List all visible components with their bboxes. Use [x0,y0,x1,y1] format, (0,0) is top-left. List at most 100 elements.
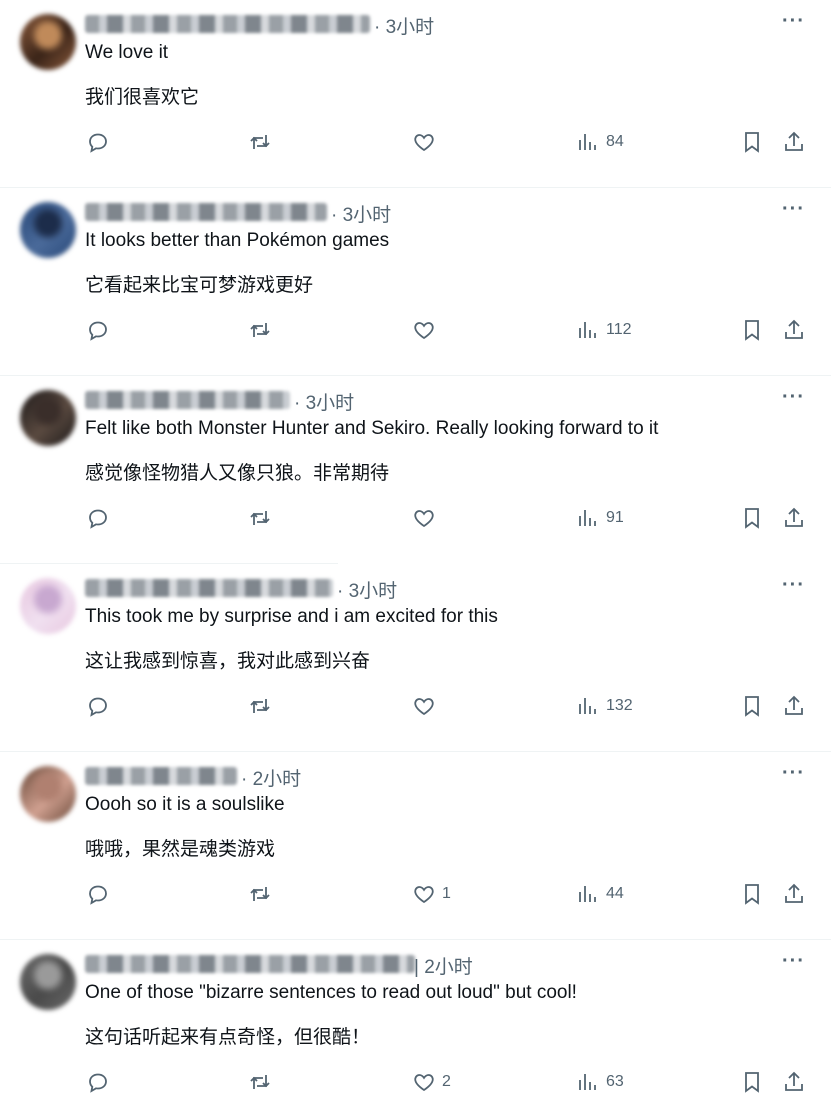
bookmark-button[interactable] [740,880,764,908]
timestamp[interactable]: | 2小时 [414,952,473,979]
views-icon [579,510,596,526]
view-count: 44 [606,885,624,902]
views-button[interactable]: 44 [576,880,624,908]
like-button[interactable] [412,128,442,156]
repost-button[interactable] [248,880,272,908]
repost-button[interactable] [248,128,272,156]
reply-text: We love it [85,42,169,63]
share-button[interactable] [782,1068,806,1096]
reply-item[interactable]: · 3小时 ··· Felt like both Monster Hunter … [0,376,831,564]
avatar[interactable] [20,14,76,70]
share-button[interactable] [782,316,806,344]
more-icon[interactable]: ··· [782,198,805,221]
repost-icon [250,135,270,149]
avatar[interactable] [20,202,76,258]
share-icon [785,507,803,527]
reply-text: Oooh so it is a soulslike [85,794,285,815]
avatar[interactable] [20,390,76,446]
repost-button[interactable] [248,1068,272,1096]
views-button[interactable]: 91 [576,504,624,532]
like-button[interactable]: 2 [412,1068,451,1096]
repost-button[interactable] [248,316,272,344]
reply-button[interactable] [86,1068,110,1096]
reply-item[interactable]: · 2小时 ··· Oooh so it is a soulslike 哦哦，果… [0,752,831,940]
reply-button[interactable] [86,692,110,720]
more-icon[interactable]: ··· [782,574,805,597]
reply-item[interactable]: · 3小时 ··· It looks better than Pokémon g… [0,188,831,376]
bookmark-button[interactable] [740,316,764,344]
reply-button[interactable] [86,128,110,156]
like-icon [414,1074,434,1092]
replies-feed: · 3小时 ··· We love it 我们很喜欢它 84 · 3小时 ··· [0,0,831,1119]
avatar[interactable] [20,766,76,822]
timestamp[interactable]: · 2小时 [241,764,301,791]
share-button[interactable] [782,880,806,908]
like-button[interactable] [412,316,442,344]
share-icon [785,1071,803,1091]
view-count: 132 [606,697,633,714]
like-icon [414,322,434,340]
bookmark-icon [745,508,759,529]
more-icon[interactable]: ··· [782,386,805,409]
bookmark-icon [745,132,759,153]
bookmark-button[interactable] [740,128,764,156]
repost-icon [250,699,270,713]
more-icon[interactable]: ··· [782,762,805,785]
repost-icon [250,887,270,901]
reply-button[interactable] [86,504,110,532]
share-icon [785,883,803,903]
reply-text: Felt like both Monster Hunter and Sekiro… [85,418,659,439]
view-count: 84 [606,133,624,150]
blurred-username[interactable] [85,391,290,409]
reply-button[interactable] [86,316,110,344]
like-button[interactable]: 1 [412,880,451,908]
repost-button[interactable] [248,692,272,720]
share-button[interactable] [782,504,806,532]
share-icon [785,319,803,339]
like-count: 2 [442,1073,451,1090]
views-button[interactable]: 84 [576,128,624,156]
blurred-username[interactable] [85,203,327,221]
reply-item[interactable]: · 3小时 ··· This took me by surprise and i… [0,564,831,752]
more-icon[interactable]: ··· [782,950,805,973]
repost-icon [250,323,270,337]
bookmark-button[interactable] [740,1068,764,1096]
like-button[interactable] [412,692,442,720]
reply-item[interactable]: | 2小时 ··· One of those "bizarre sentence… [0,940,831,1119]
blurred-username[interactable] [85,955,415,973]
blurred-username[interactable] [85,767,237,785]
views-button[interactable]: 112 [576,316,632,344]
like-icon [414,886,434,904]
view-count: 63 [606,1073,624,1090]
like-icon [414,698,434,716]
view-count: 91 [606,509,624,526]
reply-item[interactable]: · 3小时 ··· We love it 我们很喜欢它 84 [0,0,831,188]
timestamp[interactable]: · 3小时 [374,12,434,39]
bookmark-button[interactable] [740,504,764,532]
avatar[interactable] [20,954,76,1010]
views-icon [579,322,596,338]
views-button[interactable]: 132 [576,692,633,720]
reply-button[interactable] [86,880,110,908]
like-button[interactable] [412,504,442,532]
share-button[interactable] [782,128,806,156]
avatar[interactable] [20,578,76,634]
reply-icon [89,885,107,905]
reply-icon [89,133,107,153]
timestamp[interactable]: · 3小时 [294,388,354,415]
more-icon[interactable]: ··· [782,10,805,33]
blurred-username[interactable] [85,579,333,597]
reply-text: One of those "bizarre sentences to read … [85,982,577,1003]
repost-button[interactable] [248,504,272,532]
share-button[interactable] [782,692,806,720]
bookmark-icon [745,1072,759,1093]
reply-text: This took me by surprise and i am excite… [85,606,498,627]
bookmark-button[interactable] [740,692,764,720]
reply-translation: 我们很喜欢它 [85,87,200,108]
reply-icon [89,697,107,717]
blurred-username[interactable] [85,15,370,33]
timestamp[interactable]: · 3小时 [337,576,397,603]
views-button[interactable]: 63 [576,1068,624,1096]
view-count: 112 [606,321,632,338]
timestamp[interactable]: · 3小时 [331,200,391,227]
